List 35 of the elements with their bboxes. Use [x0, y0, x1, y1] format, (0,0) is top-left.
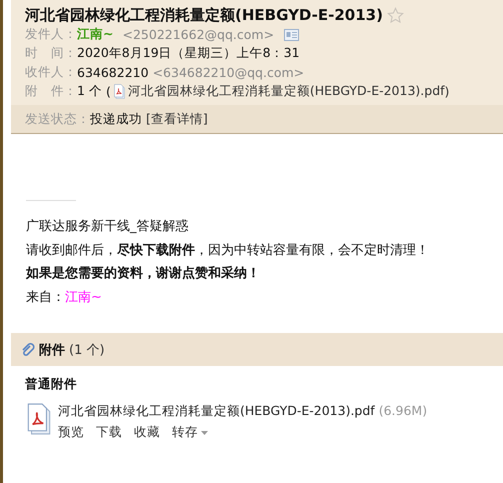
field-label: 发件人：	[25, 26, 77, 43]
message-line: 如果是您需要的资料，谢谢点赞和采纳！	[26, 264, 261, 283]
section-heading: 普通附件	[25, 376, 77, 391]
attachment-count: 1 个	[77, 83, 102, 100]
attachment-name[interactable]: 河北省园林绿化工程消耗量定额(HEBGYD-E-2013).pdf	[58, 403, 375, 418]
attachments-title: 附件	[39, 342, 65, 358]
attachments-count: (1 个)	[69, 342, 105, 358]
caret-icon	[201, 430, 208, 434]
file-size: (6.96M)	[378, 403, 428, 418]
attachment-action[interactable]: 下载	[96, 424, 122, 441]
paperclip-icon	[21, 342, 35, 356]
from-label: 来自：	[26, 290, 65, 304]
details-link[interactable]: [查看详情]	[146, 110, 208, 128]
attachment-link[interactable]: 河北省园林绿化工程消耗量定额(HEBGYD-E-2013).pdf	[128, 83, 445, 100]
attachment-action[interactable]: 收藏	[134, 424, 160, 441]
field-label: 附 件：	[25, 83, 77, 100]
field-label: 时 间：	[25, 45, 77, 62]
sender-address: <250221662@qq.com>	[122, 27, 274, 42]
message-line: 请收到邮件后，尽快下载附件，因为中转站容量有限，会不定时清理！	[26, 242, 430, 260]
contact-card-icon[interactable]	[284, 28, 300, 40]
pdf-file-icon	[112, 84, 126, 99]
field-label: 收件人：	[25, 64, 77, 81]
attachment-action[interactable]: 预览	[58, 424, 84, 441]
parenthesis: (	[106, 84, 111, 99]
recipient-address: <634682210@qq.com>	[152, 65, 304, 80]
delivery-status: 投递成功	[90, 110, 142, 128]
sent-time: 2020年8月19日（星期三）上午8：31	[77, 45, 300, 62]
attachment-action[interactable]: 转存	[172, 424, 208, 441]
parenthesis: )	[444, 84, 450, 99]
email-subject: 河北省园林绿化工程消耗量定额(HEBGYD-E-2013)	[25, 6, 383, 25]
status-label: 发送状态：	[25, 110, 90, 128]
star-icon[interactable]	[386, 7, 404, 24]
message-line: 广联达服务新干线_答疑解惑	[26, 218, 190, 236]
recipient-name: 634682210	[77, 65, 149, 80]
pdf-document-icon	[26, 403, 52, 435]
